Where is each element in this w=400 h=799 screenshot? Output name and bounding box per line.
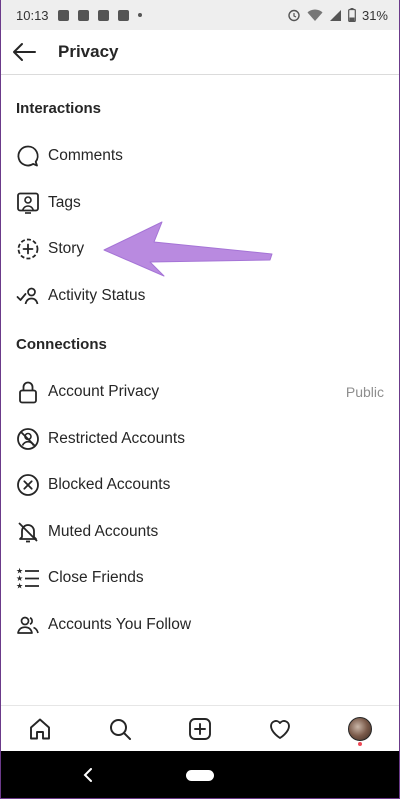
- annotation-arrow: [103, 221, 273, 277]
- settings-row-account-privacy[interactable]: Account Privacy Public: [0, 369, 400, 416]
- battery-percent: 31%: [361, 7, 388, 23]
- status-time: 10:13: [16, 7, 49, 23]
- story-add-icon: [16, 237, 40, 261]
- settings-row-restricted-accounts[interactable]: Restricted Accounts: [0, 416, 400, 463]
- nav-activity[interactable]: [260, 709, 300, 749]
- activity-heart-icon: [270, 719, 290, 739]
- activity-status-icon: [16, 284, 40, 308]
- restricted-icon: [16, 427, 40, 451]
- system-nav-bar: [0, 751, 400, 799]
- close-friends-list-icon: ★ ★ ★: [16, 566, 40, 590]
- bottom-nav: [0, 705, 400, 751]
- settings-row-label: Blocked Accounts: [48, 476, 171, 494]
- search-icon: [110, 718, 131, 740]
- alarm-icon: [288, 9, 300, 22]
- settings-row-muted-accounts[interactable]: Muted Accounts: [0, 509, 400, 556]
- account-privacy-value: Public: [345, 384, 384, 401]
- settings-row-comments[interactable]: Comments: [0, 133, 400, 180]
- new-post-icon: [189, 717, 211, 740]
- more-notifications-icon: [137, 13, 142, 17]
- settings-row-label: Account Privacy: [48, 383, 160, 401]
- slack-notification-icon: [77, 9, 89, 21]
- arrow-left-icon: [13, 43, 36, 61]
- settings-row-activity-status[interactable]: Activity Status: [0, 273, 400, 320]
- message-notification-icon: [97, 9, 109, 21]
- settings-row-blocked-accounts[interactable]: Blocked Accounts: [0, 462, 400, 509]
- profile-notification-dot: [358, 741, 362, 746]
- wifi-icon: [307, 9, 323, 21]
- comment-icon: [16, 144, 40, 168]
- page-title: Privacy: [58, 42, 119, 61]
- lock-icon: [16, 380, 40, 404]
- nav-home[interactable]: [20, 709, 60, 749]
- photo-notification-icon: [57, 9, 69, 21]
- settings-row-label: Accounts You Follow: [48, 615, 192, 633]
- app-header: Privacy: [0, 30, 400, 75]
- muted-bell-icon: [16, 520, 40, 544]
- battery-icon: [348, 8, 356, 22]
- system-home-button[interactable]: [186, 770, 214, 781]
- settings-row-label: Tags: [48, 193, 81, 211]
- settings-list: Interactions Comments Tags Story Activit…: [0, 75, 400, 648]
- back-button[interactable]: [0, 30, 48, 75]
- settings-row-accounts-you-follow[interactable]: Accounts You Follow: [0, 602, 400, 649]
- nav-search[interactable]: [100, 709, 140, 749]
- profile-avatar: [348, 716, 372, 741]
- nav-new-post[interactable]: [180, 709, 220, 749]
- settings-row-label: Close Friends: [48, 569, 144, 587]
- signal-icon: [329, 9, 341, 21]
- system-back-button[interactable]: [78, 763, 98, 787]
- settings-row-label: Activity Status: [48, 286, 146, 304]
- settings-row-label: Restricted Accounts: [48, 429, 185, 447]
- blocked-icon: [16, 473, 40, 497]
- settings-row-label: Story: [48, 240, 85, 258]
- settings-row-label: Comments: [48, 147, 123, 165]
- following-people-icon: [16, 613, 40, 637]
- tag-person-icon: [16, 191, 40, 215]
- mail-notification-icon: [117, 9, 129, 21]
- settings-row-close-friends[interactable]: ★ ★ ★ Close Friends: [0, 555, 400, 602]
- nav-profile[interactable]: [340, 709, 380, 749]
- home-icon: [30, 718, 50, 739]
- settings-row-label: Muted Accounts: [48, 522, 159, 540]
- status-bar: 10:13 31%: [0, 0, 400, 30]
- svg-text:★: ★: [16, 582, 23, 591]
- chevron-left-icon: [83, 768, 92, 782]
- section-title-connections: Connections: [16, 336, 107, 353]
- section-title-interactions: Interactions: [16, 100, 102, 117]
